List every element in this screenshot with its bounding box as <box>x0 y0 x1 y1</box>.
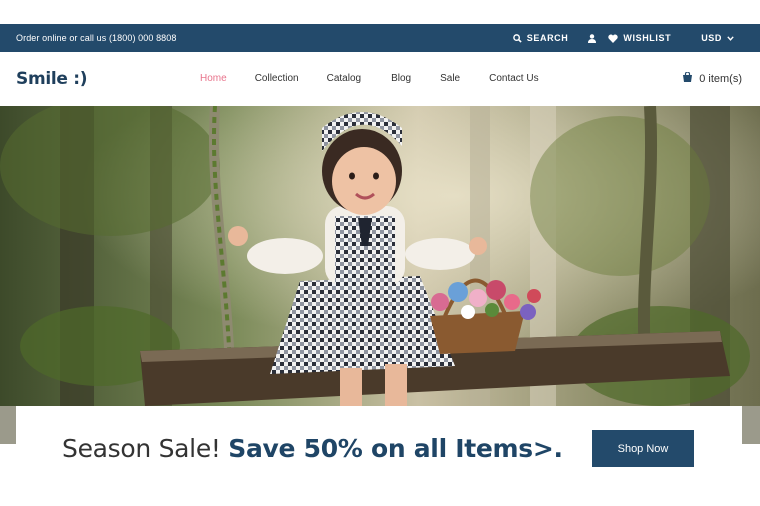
site-logo[interactable]: Smile :) <box>16 69 88 89</box>
contact-text: Order online or call us (1800) 000 8808 <box>16 33 177 43</box>
currency-label: USD <box>701 33 722 43</box>
wishlist-link[interactable]: WISHLIST <box>608 33 671 43</box>
nav-contact-us[interactable]: Contact Us <box>489 73 538 84</box>
cart-count: 0 item(s) <box>699 72 742 85</box>
sale-headline: Season Sale! Save 50% on all Items>. <box>62 434 563 463</box>
nav-sale[interactable]: Sale <box>440 73 460 84</box>
main-header: Smile :) Home Collection Catalog Blog Sa… <box>0 52 760 106</box>
shop-now-button[interactable]: Shop Now <box>592 430 694 467</box>
nav-collection[interactable]: Collection <box>255 73 299 84</box>
sale-banner: Season Sale! Save 50% on all Items>. Sho… <box>16 406 742 506</box>
sale-lead: Season Sale! <box>62 434 229 463</box>
main-nav: Home Collection Catalog Blog Sale Contac… <box>200 73 539 84</box>
heart-icon <box>608 34 619 43</box>
chevron-down-icon <box>727 35 734 41</box>
nav-blog[interactable]: Blog <box>391 73 411 84</box>
user-icon <box>588 33 597 43</box>
hero-banner-image <box>0 106 760 406</box>
sale-highlight: Save 50% on all Items>. <box>228 434 563 463</box>
search-label: SEARCH <box>526 33 569 43</box>
wishlist-label: WISHLIST <box>623 33 672 43</box>
nav-catalog[interactable]: Catalog <box>327 73 361 84</box>
nav-home[interactable]: Home <box>200 73 227 84</box>
currency-selector[interactable]: USD <box>701 33 734 43</box>
search-link[interactable]: SEARCH <box>512 33 569 43</box>
top-info-bar: Order online or call us (1800) 000 8808 … <box>0 24 760 52</box>
cart-link[interactable]: 0 item(s) <box>682 71 742 85</box>
account-link[interactable] <box>588 33 597 43</box>
shopping-bag-icon <box>682 71 693 85</box>
top-actions: SEARCH WISHLIST USD <box>512 33 744 43</box>
search-icon <box>512 33 522 43</box>
